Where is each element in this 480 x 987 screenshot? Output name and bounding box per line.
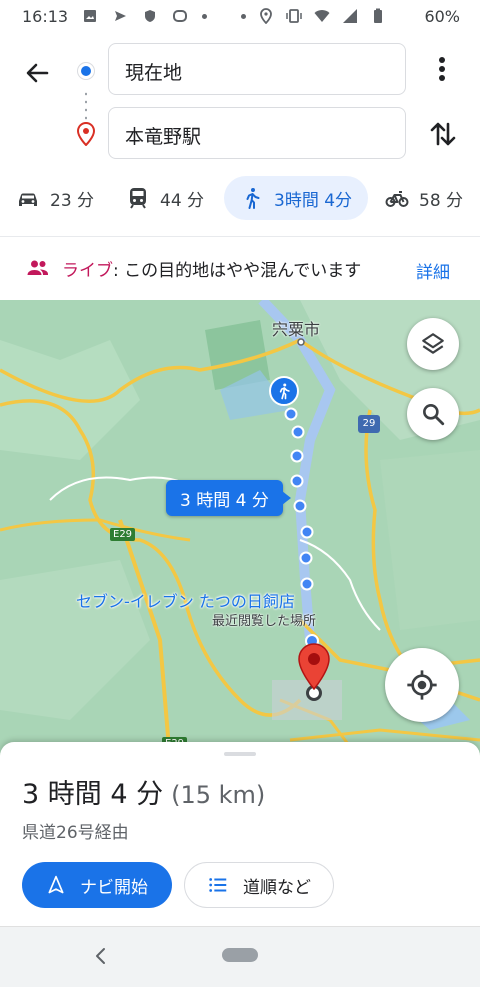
destination-pin-icon [76,122,96,146]
route-distance: (15 km) [171,781,266,809]
map-view[interactable]: 宍粟市 E29 E29 29 3 時間 4 分 セブン-イレブン たつの日飼店 … [0,300,480,760]
status-right-icons [241,8,386,24]
route-connector [85,90,87,120]
mode-bike[interactable]: 58 分 [385,176,463,220]
status-time: 16:13 [22,7,69,26]
image-icon [82,8,98,24]
map-label-store[interactable]: セブン-イレブン たつの日飼店 [76,588,295,612]
mode-car-duration: 23 分 [50,190,95,211]
map-label-recent: 最近閲覧した場所 [212,614,317,629]
directions-header: 現在地 本竜野駅 [0,34,480,168]
system-nav-bar [0,926,480,987]
search-icon [423,404,445,426]
navigation-arrow-icon [48,875,64,894]
wifi-icon [314,8,330,24]
sheet-drag-handle[interactable] [224,752,256,756]
more-menu-icon[interactable] [428,54,456,84]
dot-icon [241,13,246,19]
route-via: 県道26号経由 [22,823,129,843]
nav-home-pill[interactable] [222,948,258,962]
map-label-city[interactable]: 宍粟市 [272,316,320,340]
route-shield: 29 [358,415,380,433]
destination-field[interactable]: 本竜野駅 [108,107,406,159]
route-duration: 3 時間 4 分 [22,779,164,810]
arrow-back-icon [26,63,49,83]
mode-walk[interactable]: 3時間 4分 [224,176,368,220]
mode-walk-duration: 3時間 4分 [274,190,353,211]
details-link[interactable]: 詳細 [416,258,450,283]
bike-icon [385,191,409,207]
mode-transit[interactable]: 44 分 [126,176,204,220]
map-search-button[interactable] [407,388,459,440]
walk-start-marker[interactable] [269,376,299,406]
shield-icon [142,8,158,24]
mode-bike-duration: 58 分 [419,190,464,211]
swap-icon[interactable] [428,118,458,150]
list-icon [209,878,227,892]
layers-button[interactable] [407,318,459,370]
layers-icon [422,333,444,354]
steps-button[interactable]: 道順など [184,862,334,908]
mode-transit-duration: 44 分 [160,190,205,211]
steps-label: 道順など [243,877,311,898]
car-icon [19,193,37,206]
route-summary-title: 3 時間 4 分 (15 km) [22,772,265,811]
send-icon [112,8,128,24]
dot-icon [202,13,207,19]
nav-back-icon[interactable] [92,945,110,967]
my-location-icon [407,670,437,700]
mode-car[interactable]: 23 分 [16,176,94,220]
signal-icon [342,8,358,24]
route-duration-chip[interactable]: 3 時間 4 分 [166,480,291,516]
status-bar: 16:13 60% [0,0,480,34]
highway-label: E29 [110,528,136,541]
travel-mode-bar: 23 分 44 分 3時間 4分 58 分 [0,168,480,230]
route-summary-sheet[interactable]: 3 時間 4 分 (15 km) 県道26号経由 ナビ開始 道順など [0,742,480,926]
walk-icon [279,383,290,400]
live-message: この目的地はやや混んでいます [118,261,362,281]
people-icon [27,260,48,275]
smiley-icon [172,8,188,24]
train-icon [130,188,146,209]
my-location-button[interactable] [385,648,459,722]
battery-percent: 60% [424,7,460,26]
walk-icon [246,188,260,209]
vibrate-icon [286,8,302,24]
destination-marker-icon[interactable] [296,642,332,692]
status-left-icons [82,8,207,24]
battery-icon [370,8,386,24]
start-navigation-label: ナビ開始 [80,877,148,898]
start-navigation-button[interactable]: ナビ開始 [22,862,172,908]
live-banner: ライブ: この目的地はやや混んでいます 詳細 [0,236,480,298]
route-endpoints [74,58,98,156]
location-icon [258,8,274,24]
origin-field[interactable]: 現在地 [108,43,406,95]
live-label: ライブ [62,261,113,281]
back-button[interactable] [20,56,54,90]
origin-dot-icon [78,63,94,79]
live-banner-text: ライブ: この目的地はやや混んでいます [62,256,361,281]
